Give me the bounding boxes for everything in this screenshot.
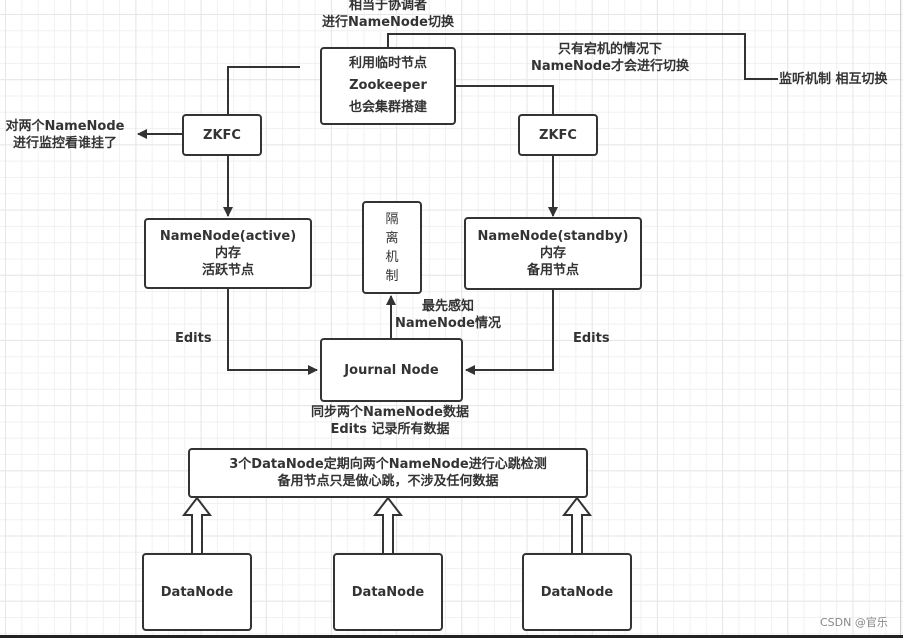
annotation-line: 最先感知 xyxy=(421,299,474,314)
hollow-arrow-datanode-3 xyxy=(561,496,593,555)
namenode-standby-node[interactable]: NameNode(standby) 内存 备用节点 xyxy=(464,217,642,290)
watermark: CSDN @官乐 xyxy=(820,616,888,629)
node-line: 也会集群搭建 xyxy=(348,100,427,115)
datanode-1[interactable]: DataNode xyxy=(142,553,252,631)
node-line: 隔 xyxy=(385,211,399,227)
node-label: DataNode xyxy=(540,584,614,600)
hollow-arrow-datanode-1 xyxy=(181,496,213,555)
node-label: Journal Node xyxy=(344,362,439,378)
node-label: DataNode xyxy=(351,584,425,600)
annotation-line: 同步两个NameNode数据 xyxy=(311,405,469,420)
datanode-3[interactable]: DataNode xyxy=(522,553,632,631)
annotation-line: 相当于协调者 xyxy=(348,0,427,13)
annotation-line: 对两个NameNode xyxy=(5,119,125,134)
datanode-2[interactable]: DataNode xyxy=(333,553,443,631)
annotation-edits-right: Edits xyxy=(573,331,610,346)
annotation-line: Edits 记录所有数据 xyxy=(330,422,450,437)
annotation-line: 进行NameNode切换 xyxy=(322,15,454,30)
annotation-line: 进行监控看谁挂了 xyxy=(12,136,117,151)
zkfc-left-node[interactable]: ZKFC xyxy=(182,114,262,156)
namenode-active-node[interactable]: NameNode(active) 内存 活跃节点 xyxy=(144,218,312,289)
arrow-namenode-active-to-journal xyxy=(227,288,318,375)
node-line: NameNode(standby) xyxy=(477,229,629,244)
node-line: 活跃节点 xyxy=(201,263,254,278)
annotation-line: 只有宕机的情况下 xyxy=(557,42,662,57)
connector-zookeeper-to-zkfc-right xyxy=(455,85,554,115)
node-line: 机 xyxy=(385,249,399,265)
node-line: 内存 xyxy=(214,246,241,261)
journal-node[interactable]: Journal Node xyxy=(320,338,463,402)
node-line: Zookeeper xyxy=(349,78,427,93)
zookeeper-node[interactable]: 利用临时节点 Zookeeper 也会集群搭建 xyxy=(320,47,456,125)
annotation-listen-switch: 监听机制 相互切换 xyxy=(779,72,888,87)
annotation-coordinator: 相当于协调者 进行NameNode切换 xyxy=(318,0,458,31)
node-label: ZKFC xyxy=(539,127,577,143)
node-line: 3个DataNode定期向两个NameNode进行心跳检测 xyxy=(229,457,547,472)
node-label: DataNode xyxy=(160,584,234,600)
node-line: 利用临时节点 xyxy=(348,56,427,71)
annotation-edits-left: Edits xyxy=(175,331,212,346)
hollow-arrow-datanode-2 xyxy=(372,496,404,555)
fencing-node[interactable]: 隔 离 机 制 xyxy=(362,201,422,294)
annotation-monitor-namenodes: 对两个NameNode 进行监控看谁挂了 xyxy=(0,118,130,152)
annotation-switch-only-on-crash: 只有宕机的情况下 NameNode才会进行切换 xyxy=(520,41,700,75)
annotation-line: NameNode才会进行切换 xyxy=(531,59,689,74)
node-line: 离 xyxy=(385,230,399,246)
annotation-journal-desc: 同步两个NameNode数据 Edits 记录所有数据 xyxy=(300,404,480,438)
node-line: 备用节点只是做心跳，不涉及任何数据 xyxy=(277,474,499,489)
connector-zookeeper-to-zkfc-left xyxy=(227,66,300,115)
node-line: 制 xyxy=(385,268,399,284)
annotation-line: NameNode情况 xyxy=(395,316,501,331)
zkfc-right-node[interactable]: ZKFC xyxy=(518,114,598,156)
node-line: 内存 xyxy=(539,246,566,261)
node-label: ZKFC xyxy=(203,127,241,143)
node-line: 备用节点 xyxy=(526,263,579,278)
heartbeat-box[interactable]: 3个DataNode定期向两个NameNode进行心跳检测 备用节点只是做心跳，… xyxy=(188,448,588,498)
annotation-first-sense: 最先感知 NameNode情况 xyxy=(393,298,503,332)
node-line: NameNode(active) xyxy=(159,229,297,244)
